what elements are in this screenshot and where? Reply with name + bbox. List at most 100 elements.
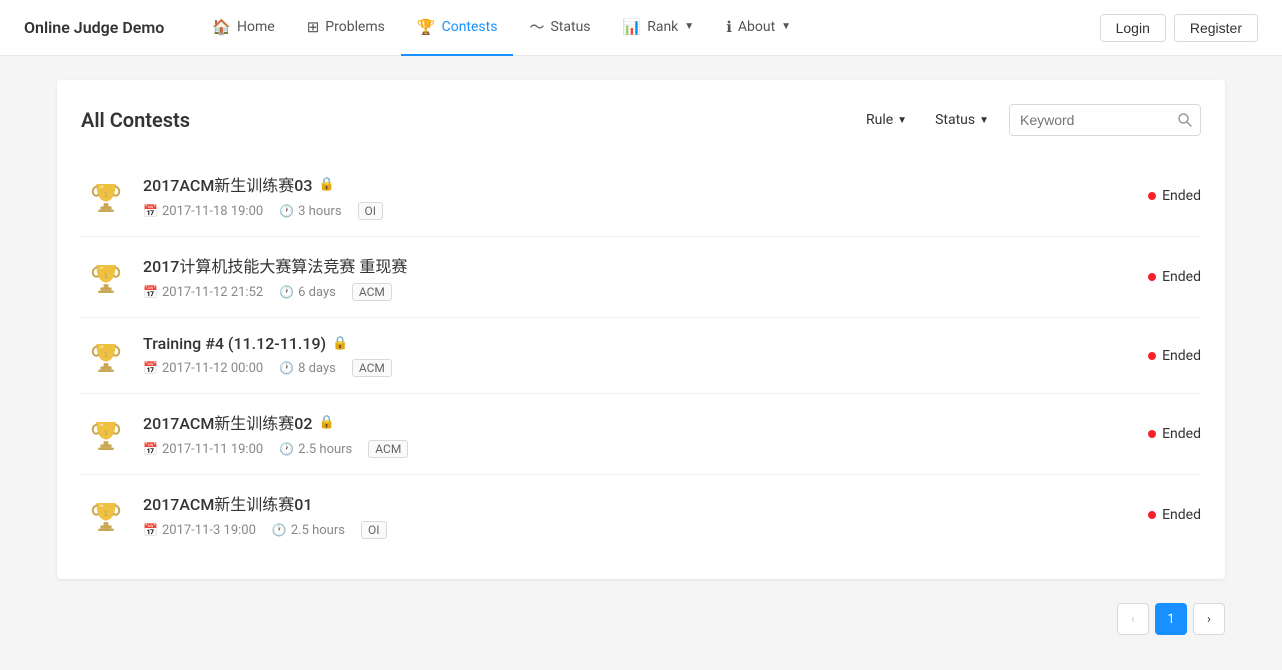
clock-icon: 🕐 (279, 285, 294, 299)
status-dot (1148, 430, 1156, 438)
problems-icon: ⊞ (307, 18, 320, 36)
contest-date-text: 2017-11-12 21:52 (162, 285, 263, 300)
contest-item[interactable]: 1 2017计算机技能大赛算法竞赛 重现赛 📅 2017-11-12 21:52… (81, 237, 1201, 318)
calendar-icon: 📅 (143, 442, 158, 456)
contest-date-text: 2017-11-3 19:00 (162, 523, 256, 538)
contests-icon: 🏆 (417, 18, 436, 36)
contest-name: 2017计算机技能大赛算法竞赛 重现赛 (143, 253, 1105, 277)
clock-icon: 🕐 (279, 442, 294, 456)
calendar-icon: 📅 (143, 204, 158, 218)
navbar-item-contests[interactable]: 🏆 Contests (401, 0, 514, 56)
contest-item[interactable]: 1 2017ACM新生训练赛01 📅 2017-11-3 19:00 🕐 2.5… (81, 475, 1201, 555)
navbar: Online Judge Demo 🏠 Home ⊞ Problems 🏆 Co… (0, 0, 1282, 56)
calendar-icon: 📅 (143, 285, 158, 299)
status-text: Ended (1162, 348, 1201, 364)
contest-date: 📅 2017-11-3 19:00 (143, 523, 256, 538)
navbar-item-home[interactable]: 🏠 Home (196, 0, 290, 56)
search-box (1009, 104, 1201, 136)
contest-name: 2017ACM新生训练赛02 🔒 (143, 410, 1105, 434)
contest-date: 📅 2017-11-12 21:52 (143, 285, 263, 300)
status-text: Ended (1162, 426, 1201, 442)
calendar-icon: 📅 (143, 523, 158, 537)
status-dot (1148, 352, 1156, 360)
search-button[interactable] (1170, 105, 1200, 135)
trophy-icon: 1 (81, 176, 131, 216)
search-input[interactable] (1010, 108, 1170, 132)
status-dropdown-icon: ▼ (979, 115, 989, 126)
main-container: All Contests Rule ▼ Status ▼ (41, 80, 1241, 635)
contest-duration-text: 2.5 hours (298, 442, 352, 457)
site-brand: Online Judge Demo (24, 18, 164, 37)
navbar-item-problems[interactable]: ⊞ Problems (291, 0, 401, 56)
contest-duration: 🕐 2.5 hours (279, 442, 352, 457)
navbar-item-about[interactable]: ℹ About ▼ (710, 0, 807, 56)
register-button[interactable]: Register (1174, 14, 1258, 42)
navbar-item-rank[interactable]: 📊 Rank ▼ (607, 0, 711, 56)
lock-icon: 🔒 (319, 415, 335, 430)
status-badge: Ended (1121, 348, 1201, 364)
contests-title: All Contests (81, 108, 190, 132)
svg-text:1: 1 (104, 509, 108, 518)
contest-duration-text: 2.5 hours (291, 523, 345, 538)
rule-filter[interactable]: Rule ▼ (858, 108, 915, 132)
contest-name: 2017ACM新生训练赛01 (143, 491, 1105, 515)
navbar-item-contests-label: Contests (442, 19, 498, 35)
svg-text:1: 1 (104, 349, 108, 358)
clock-icon: 🕐 (279, 361, 294, 375)
status-badge: Ended (1121, 188, 1201, 204)
lock-icon: 🔒 (332, 336, 348, 351)
contest-info: 2017ACM新生训练赛03 🔒 📅 2017-11-18 19:00 🕐 3 … (143, 172, 1105, 220)
contest-meta: 📅 2017-11-11 19:00 🕐 2.5 hours ACM (143, 440, 1105, 458)
contests-filters: Rule ▼ Status ▼ (858, 104, 1201, 136)
contest-info: 2017计算机技能大赛算法竞赛 重现赛 📅 2017-11-12 21:52 🕐… (143, 253, 1105, 301)
contest-tag: ACM (368, 440, 408, 458)
contest-name: Training #4 (11.12-11.19) 🔒 (143, 334, 1105, 353)
svg-text:1: 1 (104, 190, 108, 199)
status-filter[interactable]: Status ▼ (927, 108, 997, 132)
contest-name-text: 2017计算机技能大赛算法竞赛 重现赛 (143, 253, 407, 277)
about-icon: ℹ (726, 18, 732, 36)
status-text: Ended (1162, 507, 1201, 523)
status-dot (1148, 511, 1156, 519)
contest-tag: ACM (352, 359, 392, 377)
contest-item[interactable]: 1 Training #4 (11.12-11.19) 🔒 📅 2017-11-… (81, 318, 1201, 394)
rank-icon: 📊 (623, 18, 642, 36)
contest-meta: 📅 2017-11-18 19:00 🕐 3 hours OI (143, 202, 1105, 220)
status-text: Ended (1162, 269, 1201, 285)
rank-dropdown-icon: ▼ (684, 21, 694, 32)
status-dot (1148, 273, 1156, 281)
contest-date-text: 2017-11-11 19:00 (162, 442, 263, 457)
navbar-item-status-label: Status (550, 19, 590, 35)
contest-info: 2017ACM新生训练赛01 📅 2017-11-3 19:00 🕐 2.5 h… (143, 491, 1105, 539)
trophy-icon: 1 (81, 257, 131, 297)
contest-duration-text: 3 hours (298, 204, 341, 219)
contest-item[interactable]: 1 2017ACM新生训练赛03 🔒 📅 2017-11-18 19:00 🕐 … (81, 156, 1201, 237)
contest-name-text: 2017ACM新生训练赛02 (143, 410, 313, 434)
login-button[interactable]: Login (1100, 14, 1166, 42)
contest-duration: 🕐 6 days (279, 285, 336, 300)
home-icon: 🏠 (212, 18, 231, 36)
navbar-item-rank-label: Rank (647, 19, 678, 35)
contest-duration: 🕐 3 hours (279, 204, 341, 219)
status-text: Ended (1162, 188, 1201, 204)
contest-info: 2017ACM新生训练赛02 🔒 📅 2017-11-11 19:00 🕐 2.… (143, 410, 1105, 458)
pagination-page-1[interactable]: 1 (1155, 603, 1187, 635)
contest-tag: OI (358, 202, 384, 220)
trophy-svg: 1 (86, 257, 126, 297)
status-badge: Ended (1121, 269, 1201, 285)
contest-meta: 📅 2017-11-12 00:00 🕐 8 days ACM (143, 359, 1105, 377)
contest-date: 📅 2017-11-18 19:00 (143, 204, 263, 219)
clock-icon: 🕐 (272, 523, 287, 537)
status-dot (1148, 192, 1156, 200)
trophy-svg: 1 (86, 414, 126, 454)
contest-item[interactable]: 1 2017ACM新生训练赛02 🔒 📅 2017-11-11 19:00 🕐 … (81, 394, 1201, 475)
trophy-icon: 1 (81, 495, 131, 535)
contest-date: 📅 2017-11-12 00:00 (143, 361, 263, 376)
navbar-menu: 🏠 Home ⊞ Problems 🏆 Contests 〜 Status 📊 … (196, 0, 1099, 56)
pagination-next[interactable]: › (1193, 603, 1225, 635)
contest-info: Training #4 (11.12-11.19) 🔒 📅 2017-11-12… (143, 334, 1105, 377)
contest-name-text: Training #4 (11.12-11.19) (143, 334, 326, 353)
pagination-prev[interactable]: ‹ (1117, 603, 1149, 635)
contest-duration: 🕐 8 days (279, 361, 336, 376)
navbar-item-status[interactable]: 〜 Status (513, 0, 606, 56)
